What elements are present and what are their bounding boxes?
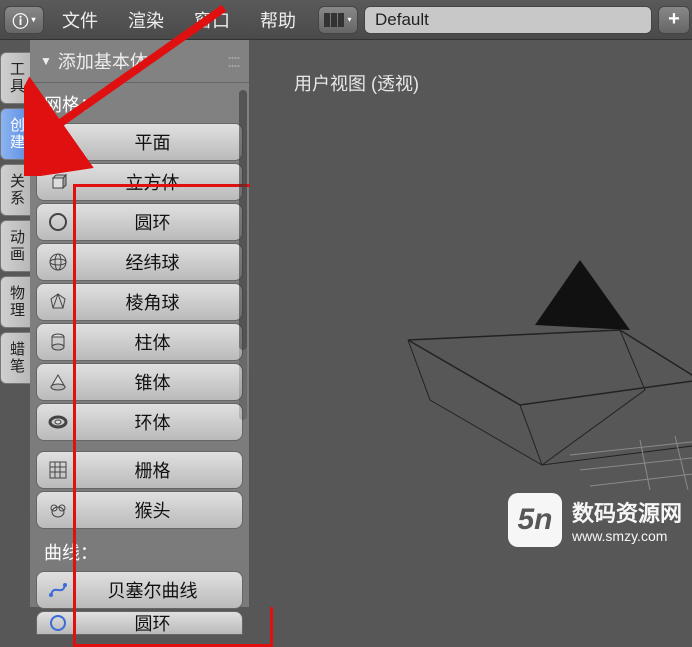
prim-label: 柱体 bbox=[73, 329, 232, 355]
torus-icon bbox=[47, 411, 69, 433]
monkey-icon bbox=[47, 499, 69, 521]
panel-drag-icon[interactable]: :::: bbox=[227, 51, 239, 72]
tab-physics[interactable]: 物理 bbox=[0, 276, 30, 328]
prim-label: 平面 bbox=[73, 129, 232, 155]
info-icon: ⓘ bbox=[12, 8, 28, 32]
plus-icon: + bbox=[668, 8, 680, 31]
watermark: 5n 数码资源网 www.smzy.com bbox=[508, 493, 682, 547]
tab-relations[interactable]: 关系 bbox=[0, 164, 30, 216]
tab-grease-pencil[interactable]: 蜡笔 bbox=[0, 332, 30, 384]
curve-circle-icon bbox=[47, 612, 69, 634]
add-cube-button[interactable]: 立方体 bbox=[36, 163, 243, 201]
prim-label: 贝塞尔曲线 bbox=[73, 577, 232, 603]
prim-label: 栅格 bbox=[73, 457, 232, 483]
prim-label: 圆环 bbox=[73, 610, 232, 636]
add-circle-button[interactable]: 圆环 bbox=[36, 203, 243, 241]
tab-tools[interactable]: 工具 bbox=[0, 52, 30, 104]
add-monkey-button[interactable]: 猴头 bbox=[36, 491, 243, 529]
cone-icon bbox=[47, 371, 69, 393]
screen-layout-name[interactable]: Default bbox=[364, 6, 652, 34]
grid-icon bbox=[47, 459, 69, 481]
add-grid-button[interactable]: 栅格 bbox=[36, 451, 243, 489]
prim-label: 圆环 bbox=[73, 209, 232, 235]
menu-help[interactable]: 帮助 bbox=[246, 1, 310, 39]
mesh-section-label: 网格： bbox=[30, 83, 249, 123]
screen-layout-button[interactable]: ▾ bbox=[318, 6, 358, 34]
chevron-down-icon: ▾ bbox=[347, 15, 351, 24]
add-ico-sphere-button[interactable]: 棱角球 bbox=[36, 283, 243, 321]
prim-label: 环体 bbox=[73, 409, 232, 435]
prim-label: 棱角球 bbox=[73, 289, 232, 315]
plane-icon bbox=[47, 131, 69, 153]
menu-window[interactable]: 窗口 bbox=[180, 1, 244, 39]
tab-animation[interactable]: 动画 bbox=[0, 220, 30, 272]
toolshelf-panel: ▼ 添加基本体 :::: 网格： 平面 立方体 圆环 bbox=[30, 40, 250, 607]
menu-file[interactable]: 文件 bbox=[48, 1, 112, 39]
prim-label: 猴头 bbox=[73, 497, 232, 523]
uv-sphere-icon bbox=[47, 251, 69, 273]
viewport-label: 用户视图 (透视) bbox=[294, 70, 419, 96]
menu-list: 文件 渲染 窗口 帮助 bbox=[48, 1, 310, 39]
circle-icon bbox=[47, 211, 69, 233]
watermark-logo-icon: 5n bbox=[508, 493, 562, 547]
add-bezier-button[interactable]: 贝塞尔曲线 bbox=[36, 571, 243, 609]
add-curve-circle-button[interactable]: 圆环 bbox=[36, 611, 243, 635]
tab-create[interactable]: 创建 bbox=[0, 108, 30, 160]
panel-title: 添加基本体 bbox=[58, 48, 148, 74]
prim-label: 锥体 bbox=[73, 369, 232, 395]
prim-label: 经纬球 bbox=[73, 249, 232, 275]
layout-icon bbox=[324, 13, 344, 27]
panel-header[interactable]: ▼ 添加基本体 :::: bbox=[30, 40, 249, 83]
bezier-icon bbox=[47, 579, 69, 601]
cylinder-icon bbox=[47, 331, 69, 353]
scroll-track[interactable] bbox=[239, 90, 247, 420]
add-cone-button[interactable]: 锥体 bbox=[36, 363, 243, 401]
3d-viewport[interactable]: 用户视图 (透视) 5n 数码资源网 www.smzy.com bbox=[250, 40, 692, 607]
viewport-geometry bbox=[390, 240, 692, 490]
scroll-thumb[interactable] bbox=[239, 90, 247, 350]
toolshelf-tabs: 工具 创建 关系 动画 物理 蜡笔 bbox=[0, 40, 30, 607]
add-torus-button[interactable]: 环体 bbox=[36, 403, 243, 441]
watermark-title: 数码资源网 bbox=[572, 496, 682, 528]
info-editor-button[interactable]: ⓘ ▾ bbox=[4, 6, 44, 34]
add-plane-button[interactable]: 平面 bbox=[36, 123, 243, 161]
curve-section-label: 曲线： bbox=[30, 531, 249, 571]
prim-label: 立方体 bbox=[73, 169, 232, 195]
disclosure-triangle-icon: ▼ bbox=[40, 54, 52, 68]
watermark-url: www.smzy.com bbox=[572, 528, 682, 544]
top-menu-bar: ⓘ ▾ 文件 渲染 窗口 帮助 ▾ Default + bbox=[0, 0, 692, 40]
chevron-down-icon: ▾ bbox=[32, 15, 36, 24]
ico-sphere-icon bbox=[47, 291, 69, 313]
add-screen-button[interactable]: + bbox=[658, 6, 690, 34]
add-uv-sphere-button[interactable]: 经纬球 bbox=[36, 243, 243, 281]
add-cylinder-button[interactable]: 柱体 bbox=[36, 323, 243, 361]
cube-icon bbox=[47, 171, 69, 193]
menu-render[interactable]: 渲染 bbox=[114, 1, 178, 39]
